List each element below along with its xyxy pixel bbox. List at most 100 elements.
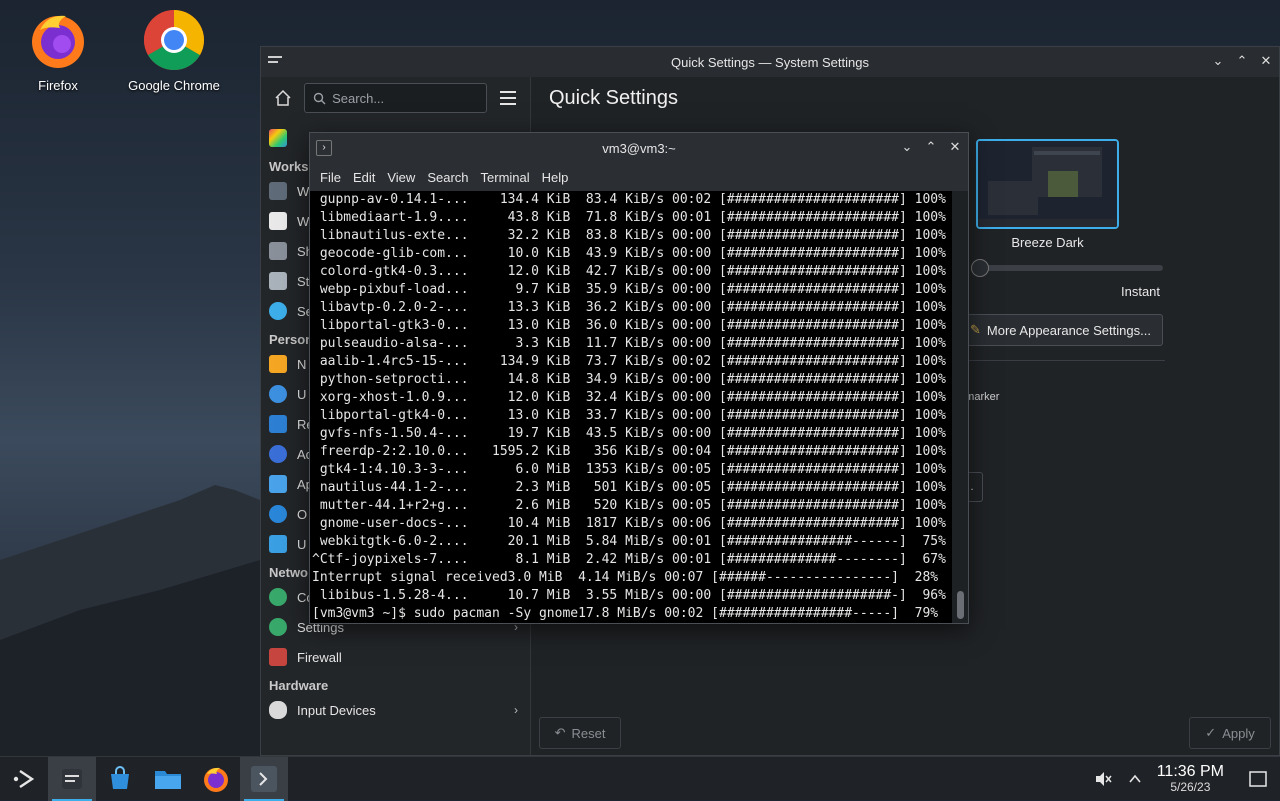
palette-icon xyxy=(269,129,287,147)
menu-terminal[interactable]: Terminal xyxy=(475,170,536,185)
terminal-menubar: File Edit View Search Terminal Help xyxy=(310,163,968,191)
sidebar-item-firewall[interactable]: Firewall xyxy=(261,642,530,672)
taskbar-terminal[interactable] xyxy=(240,756,288,801)
folder-icon xyxy=(155,770,181,789)
checkmark-icon: ✓ xyxy=(1205,725,1217,740)
terminal-window: › vm3@vm3:~ ⌄ ⌃ ✕ File Edit View Search … xyxy=(309,132,969,624)
terminal-line: gvfs-nfs-1.50.4-... 19.7 KiB 43.5 KiB/s … xyxy=(312,426,946,441)
terminal-line: gupnp-av-0.14.1-... 134.4 KiB 83.4 KiB/s… xyxy=(312,192,946,207)
show-desktop-icon[interactable] xyxy=(1248,769,1268,789)
terminal-line: python-setprocti... 14.8 KiB 34.9 KiB/s … xyxy=(312,372,946,387)
discover-store-icon xyxy=(111,765,129,789)
terminal-line: nautilus-44.1-2-... 2.3 MiB 501 KiB/s 00… xyxy=(312,480,946,495)
terminal-line: libnautilus-exte... 32.2 KiB 83.8 KiB/s … xyxy=(312,228,946,243)
globe-icon xyxy=(269,588,287,606)
slider-handle[interactable] xyxy=(971,259,989,277)
sidebar-item-label: W xyxy=(297,183,310,199)
application-launcher-button[interactable] xyxy=(0,757,48,801)
terminal-line: Interrupt signal received3.0 MiB 4.14 Mi… xyxy=(312,570,939,585)
chevron-right-icon: › xyxy=(514,703,518,717)
applications-icon xyxy=(269,475,287,493)
reset-button[interactable]: ↶ Reset xyxy=(539,717,621,749)
close-button[interactable]: ✕ xyxy=(1257,51,1275,71)
terminal-line: webkitgtk-6.0-2.... 20.1 MiB 5.84 MiB/s … xyxy=(312,534,946,549)
window-management-icon xyxy=(269,212,287,230)
sidebar-item-label: Input Devices xyxy=(297,702,376,718)
bell-icon xyxy=(269,355,287,373)
more-appearance-settings-button[interactable]: ✎ More Appearance Settings... xyxy=(963,314,1163,346)
settings-titlebar[interactable]: Quick Settings — System Settings ⌄ ⌃ ✕ xyxy=(261,47,1279,77)
apply-label: Apply xyxy=(1222,725,1255,741)
clock-date: 5/26/23 xyxy=(1170,780,1211,795)
terminal-line: [vm3@vm3 ~]$ sudo pacman -Sy gnome17.8 M… xyxy=(312,606,939,621)
search-input[interactable]: Search... xyxy=(304,83,487,113)
accessibility-icon xyxy=(269,445,287,463)
sidebar-item-label: N xyxy=(297,356,307,372)
volume-muted-icon[interactable] xyxy=(1093,769,1113,789)
terminal-line: gtk4-1:4.10.3-3-... 6.0 MiB 1353 KiB/s 0… xyxy=(312,462,946,477)
desktop-icon-chrome[interactable]: Google Chrome xyxy=(119,8,229,93)
terminal-line: ^Ctf-joypixels-7.... 8.1 MiB 2.42 MiB/s … xyxy=(312,552,946,567)
menu-search[interactable]: Search xyxy=(421,170,474,185)
undo-icon: ↶ xyxy=(554,725,566,740)
startup-icon xyxy=(269,272,287,290)
globe-icon xyxy=(269,618,287,636)
maximize-button[interactable]: ⌃ xyxy=(922,137,940,157)
mouse-icon xyxy=(269,701,287,719)
animation-speed-slider[interactable] xyxy=(971,265,1163,271)
taskbar-file-manager[interactable] xyxy=(144,757,192,801)
sidebar-item-label: W xyxy=(297,213,310,229)
terminal-line: webp-pixbuf-load... 9.7 KiB 35.9 KiB/s 0… xyxy=(312,282,946,297)
minimize-button[interactable]: ⌄ xyxy=(1209,51,1227,71)
taskbar-firefox[interactable] xyxy=(192,757,240,801)
slider-max-label: Instant xyxy=(1121,284,1161,299)
hamburger-menu-button[interactable] xyxy=(495,84,522,112)
maximize-button[interactable]: ⌃ xyxy=(1233,51,1251,71)
digital-clock[interactable]: 11:36 PM 5/26/23 xyxy=(1157,763,1224,795)
terminal-output[interactable]: gupnp-av-0.14.1-... 134.4 KiB 83.4 KiB/s… xyxy=(310,191,952,623)
workspace-behavior-icon xyxy=(269,182,287,200)
taskbar-discover[interactable] xyxy=(96,757,144,801)
home-button[interactable] xyxy=(269,84,296,112)
divider xyxy=(963,360,1165,361)
terminal-line: libibus-1.5.28-4... 10.7 MiB 3.55 MiB/s … xyxy=(312,588,946,603)
brush-icon: ✎ xyxy=(970,322,981,337)
terminal-line: libavtp-0.2.0-2-... 13.3 KiB 36.2 KiB/s … xyxy=(312,300,946,315)
terminal-titlebar[interactable]: › vm3@vm3:~ ⌄ ⌃ ✕ xyxy=(310,133,968,163)
theme-label: Breeze Dark xyxy=(1011,235,1084,250)
terminal-line: libportal-gtk4-0... 13.0 KiB 33.7 KiB/s … xyxy=(312,408,946,423)
sidebar-section-hardware: Hardware xyxy=(269,678,329,693)
sidebar-item-label: Firewall xyxy=(297,649,342,665)
scrollbar-thumb[interactable] xyxy=(957,591,964,619)
terminal-line: aalib-1.4rc5-15-... 134.9 KiB 73.7 KiB/s… xyxy=(312,354,946,369)
menu-view[interactable]: View xyxy=(381,170,421,185)
theme-preview-breeze-dark[interactable] xyxy=(976,139,1119,229)
sidebar-item-label: U xyxy=(297,386,307,402)
settings-app-icon xyxy=(267,53,283,69)
page-title: Quick Settings xyxy=(549,87,678,109)
tray-expand-icon[interactable] xyxy=(1127,771,1143,787)
terminal-line: colord-gtk4-0.3.... 12.0 KiB 42.7 KiB/s … xyxy=(312,264,946,279)
sidebar-item-input-devices[interactable]: Input Devices › xyxy=(261,695,530,725)
menu-edit[interactable]: Edit xyxy=(347,170,381,185)
apply-button[interactable]: ✓ Apply xyxy=(1189,717,1271,749)
terminal-scrollbar[interactable] xyxy=(952,191,968,623)
terminal-title: vm3@vm3:~ xyxy=(602,140,676,156)
keyboard-icon xyxy=(269,242,287,260)
menu-help[interactable]: Help xyxy=(536,170,575,185)
firefox-icon xyxy=(204,767,228,792)
close-button[interactable]: ✕ xyxy=(946,137,964,157)
minimize-button[interactable]: ⌄ xyxy=(898,137,916,157)
sidebar-item-label: O xyxy=(297,506,308,522)
desktop-icon-firefox[interactable]: Firefox xyxy=(3,8,113,93)
chrome-icon xyxy=(142,8,206,72)
search-settings-icon xyxy=(269,302,287,320)
terminal-line: libportal-gtk3-0... 13.0 KiB 36.0 KiB/s … xyxy=(312,318,946,333)
settings-window-title: Quick Settings — System Settings xyxy=(671,54,869,70)
menu-file[interactable]: File xyxy=(314,170,347,185)
search-icon xyxy=(313,92,326,104)
terminal-icon xyxy=(251,765,277,792)
taskbar-system-settings[interactable] xyxy=(48,756,96,801)
terminal-line: libmediaart-1.9.... 43.8 KiB 71.8 KiB/s … xyxy=(312,210,946,225)
users-icon xyxy=(269,385,287,403)
